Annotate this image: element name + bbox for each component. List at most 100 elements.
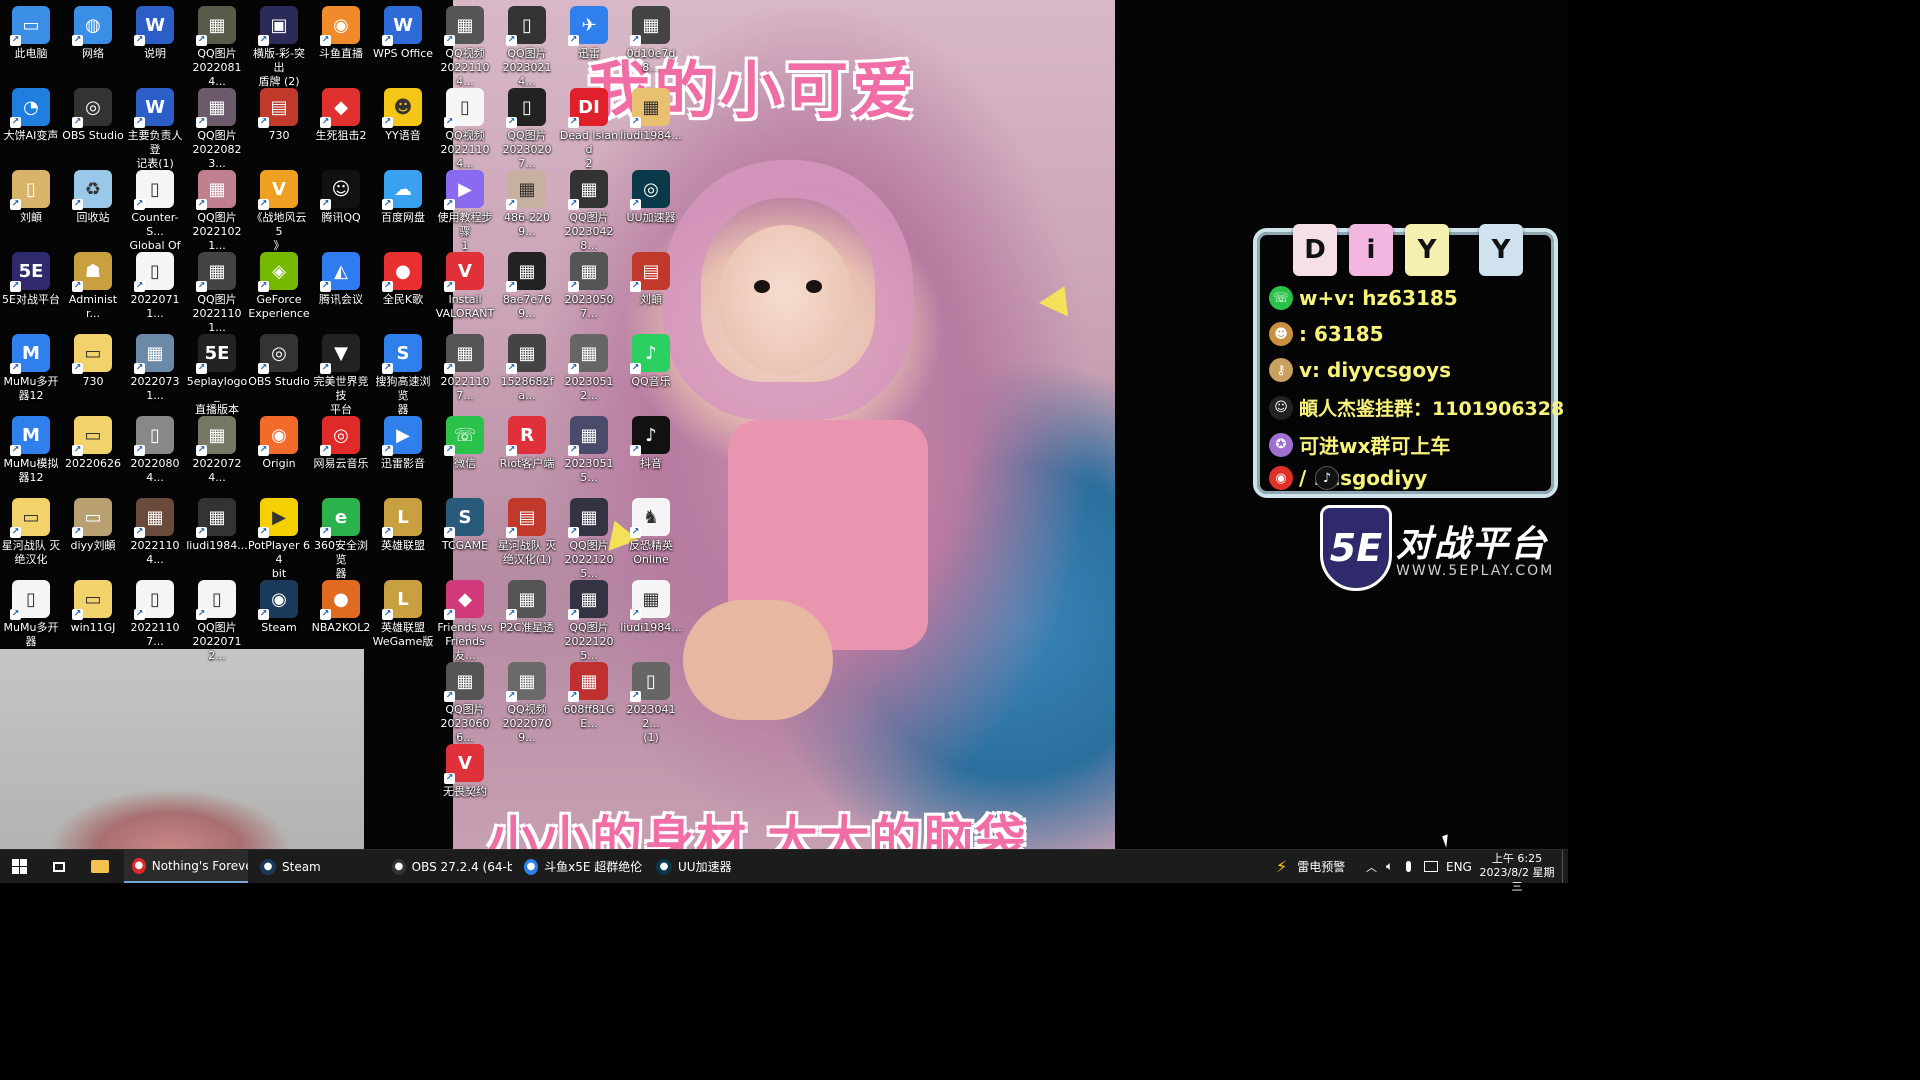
start-button[interactable]	[0, 850, 38, 883]
desktop-icon[interactable]: ▯ ↗ MuMu多开 器	[0, 576, 62, 649]
desktop-icon[interactable]: ▦ ↗ 1528682fa...	[496, 330, 558, 403]
desktop-icon[interactable]: R ↗ Riot客户端	[496, 412, 558, 471]
desktop-icon[interactable]: ☁ ↗ 百度网盘	[372, 166, 434, 225]
desktop-icon[interactable]: ▤ ↗ 刘頔	[620, 248, 682, 307]
desktop-icon[interactable]: ▯ ↗ 20220804...	[124, 412, 186, 485]
desktop-icon[interactable]: ♪ ↗ QQ音乐	[620, 330, 682, 389]
desktop-icon[interactable]: ◉ ↗ 斗鱼直播	[310, 2, 372, 61]
desktop-icon[interactable]: ◍ ↗ 网络	[62, 2, 124, 61]
desktop-icon[interactable]: ▦ ↗ 486-2209...	[496, 166, 558, 239]
desktop-icon[interactable]: S ↗ 搜狗高速浏览 器	[372, 330, 434, 417]
desktop-icon[interactable]: ◎ ↗ 网易云音乐	[310, 412, 372, 471]
volume-button[interactable]: 🔈︎	[1386, 850, 1393, 883]
tray-overflow-button[interactable]: ︿	[1366, 850, 1377, 883]
desktop-icon[interactable]: 5E ↗ 5eplaylogo_ 直播版本	[186, 330, 248, 417]
taskbar-app-button[interactable]: ● 斗鱼x5E 超群绝伦 ...	[516, 850, 644, 883]
desktop-icon[interactable]: ◭ ↗ 腾讯会议	[310, 248, 372, 307]
desktop-icon[interactable]: ▦ ↗ 20220731...	[124, 330, 186, 403]
desktop-icon[interactable]: ▦ ↗ P2C准星透	[496, 576, 558, 635]
desktop-icon[interactable]: ♞ ↗ 反恐精英 Online	[620, 494, 682, 567]
desktop-icon[interactable]: V ↗ 无畏契约	[434, 740, 496, 799]
desktop-icon[interactable]: ▦ ↗ QQ图片 20220814...	[186, 2, 248, 89]
desktop-icon[interactable]: ▼ ↗ 完美世界竞技 平台	[310, 330, 372, 417]
desktop-icon[interactable]: W ↗ 主要负责人登 记表(1)	[124, 84, 186, 171]
desktop-icon[interactable]: ▯ ↗ QQ图片 20230207...	[496, 84, 558, 171]
desktop-icon[interactable]: L ↗ 英雄联盟	[372, 494, 434, 553]
desktop-icon[interactable]: ▯ ↗ QQ图片 20220712...	[186, 576, 248, 663]
desktop-icon[interactable]: M ↗ MuMu模拟 器12	[0, 412, 62, 485]
desktop-icon[interactable]: ▭ ↗ 星河战队 灭 绝汉化	[0, 494, 62, 567]
desktop-icon[interactable]: ● ↗ NBA2KOL2	[310, 576, 372, 635]
desktop-icon[interactable]: ▦ ↗ 20221104...	[124, 494, 186, 567]
network-button[interactable]	[1424, 850, 1438, 883]
desktop-icon[interactable]: ▦ ↗ QQ视频 20221104...	[434, 2, 496, 89]
desktop-icon[interactable]: ▦ ↗ QQ图片 20221205...	[558, 576, 620, 663]
desktop-icon[interactable]: ▯ ↗ 刘頔	[0, 166, 62, 225]
desktop-icon[interactable]: ▦ ↗ liudi1984...	[186, 494, 248, 553]
show-desktop-button[interactable]	[1562, 850, 1569, 883]
desktop-icon[interactable]: ▦ ↗ QQ图片 20221101...	[186, 248, 248, 335]
desktop-icon[interactable]: ☺ ↗ 腾讯QQ	[310, 166, 372, 225]
desktop-icon[interactable]: ☗ ↗ Administr...	[62, 248, 124, 321]
desktop-icon[interactable]: ◉ ↗ Steam	[248, 576, 310, 635]
desktop-icon[interactable]: ☻ ↗ YY语音	[372, 84, 434, 143]
microphone-button[interactable]	[1406, 850, 1411, 883]
desktop-icon[interactable]: ▦ ↗ QQ图片 20221205...	[558, 494, 620, 581]
desktop-icon[interactable]: ▣ ↗ 横版-彩-突出 盾牌 (2)	[248, 2, 310, 89]
desktop-icon[interactable]: ▭ ↗ 此电脑	[0, 2, 62, 61]
taskbar-app-button[interactable]: ● UU加速器	[648, 850, 758, 883]
desktop-icon[interactable]: ▦ ↗ 20220724...	[186, 412, 248, 485]
desktop-icon[interactable]: DI ↗ Dead Island 2	[558, 84, 620, 171]
desktop-icon[interactable]: W ↗ 说明	[124, 2, 186, 61]
desktop-icon[interactable]: ▦ ↗ QQ图片 20221021...	[186, 166, 248, 253]
desktop-icon[interactable]: ◎ ↗ UU加速器	[620, 166, 682, 225]
desktop-icon[interactable]: ◈ ↗ GeForce Experience	[248, 248, 310, 321]
desktop-icon[interactable]: S ↗ TCGAME	[434, 494, 496, 553]
desktop-icon[interactable]: ◎ ↗ OBS Studio	[62, 84, 124, 143]
desktop-icon[interactable]: L ↗ 英雄联盟 WeGame版	[372, 576, 434, 649]
desktop-icon[interactable]: W ↗ WPS Office	[372, 2, 434, 61]
desktop-icon[interactable]: ▭ ↗ diyy刘頔	[62, 494, 124, 553]
desktop-icon[interactable]: V ↗ Install VALORANT	[434, 248, 496, 321]
desktop-icon[interactable]: ◎ ↗ OBS Studio	[248, 330, 310, 389]
taskbar-app-button[interactable]: ● OBS 27.2.4 (64-bi...	[384, 850, 512, 883]
desktop-icon[interactable]: ▦ ↗ QQ图片 20220823...	[186, 84, 248, 171]
desktop-icon[interactable]: ▦ ↗ QQ图片 20230428...	[558, 166, 620, 253]
desktop-icon[interactable]: ▭ ↗ 730	[62, 330, 124, 389]
desktop-icon[interactable]: ▦ ↗ liudi1984...	[620, 576, 682, 635]
desktop-icon[interactable]: ▦ ↗ QQ图片 20230606...	[434, 658, 496, 745]
desktop-icon[interactable]: ▦ ↗ 20230515...	[558, 412, 620, 485]
desktop-icon[interactable]: ▦ ↗ 20230507...	[558, 248, 620, 321]
taskbar-clock[interactable]: 上午 6:25 2023/8/2 星期三	[1478, 852, 1556, 894]
desktop-icon[interactable]: ▦ ↗ 608ff81GE...	[558, 658, 620, 731]
weather-alert[interactable]: ⚡ 雷电预警	[1276, 850, 1345, 883]
input-language-button[interactable]: ENG	[1446, 850, 1472, 883]
desktop-icon[interactable]: ▯ ↗ 20220711...	[124, 248, 186, 321]
desktop-icon[interactable]: ◔ ↗ 大饼AI变声	[0, 84, 62, 143]
desktop-icon[interactable]: ▯ ↗ 20221107...	[124, 576, 186, 649]
desktop-icon[interactable]: ▯ ↗ QQ视频 20221104...	[434, 84, 496, 171]
file-explorer-button[interactable]	[80, 850, 120, 883]
desktop-icon[interactable]: ▯ ↗ 20230412... (1)	[620, 658, 682, 745]
desktop-icon[interactable]: ▭ ↗ win11GJ	[62, 576, 124, 635]
desktop-icon[interactable]: ◆ ↗ 生死狙击2	[310, 84, 372, 143]
desktop-icon[interactable]: ▦ ↗ 20230512...	[558, 330, 620, 403]
desktop-icon[interactable]: ◉ ↗ Origin	[248, 412, 310, 471]
desktop-icon[interactable]: ▶ ↗ 迅雷影音	[372, 412, 434, 471]
desktop-icon[interactable]: ▯ ↗ QQ图片 20230214...	[496, 2, 558, 89]
desktop-icon[interactable]: ◆ ↗ Friends vs Friends 友...	[434, 576, 496, 663]
desktop-icon[interactable]: ▦ ↗ 20221107...	[434, 330, 496, 403]
desktop-icon[interactable]: ▦ ↗ QQ视频 20220709...	[496, 658, 558, 745]
desktop-icon[interactable]: ▦ ↗ 0d10e7d8...	[620, 2, 682, 75]
desktop-icon[interactable]: ♪ ↗ 抖音	[620, 412, 682, 471]
desktop-icon[interactable]: V ↗ 《战地风云 5 》	[248, 166, 310, 253]
desktop-icon[interactable]: ▦ ↗ 8ae7e769...	[496, 248, 558, 321]
desktop-icon[interactable]: ☏ ↗ 微信	[434, 412, 496, 471]
desktop-icon[interactable]: ♻ ↗ 回收站	[62, 166, 124, 225]
task-view-button[interactable]	[40, 850, 78, 883]
desktop-icon[interactable]: ▦ ↗ liudi1984...	[620, 84, 682, 143]
desktop-icon[interactable]: ▤ ↗ 730	[248, 84, 310, 143]
desktop-icon[interactable]: ● ↗ 全民K歌	[372, 248, 434, 307]
desktop-icon[interactable]: 5E ↗ 5E对战平台	[0, 248, 62, 307]
desktop-icon[interactable]: ▤ ↗ 星河战队 灭 绝汉化(1)	[496, 494, 558, 567]
